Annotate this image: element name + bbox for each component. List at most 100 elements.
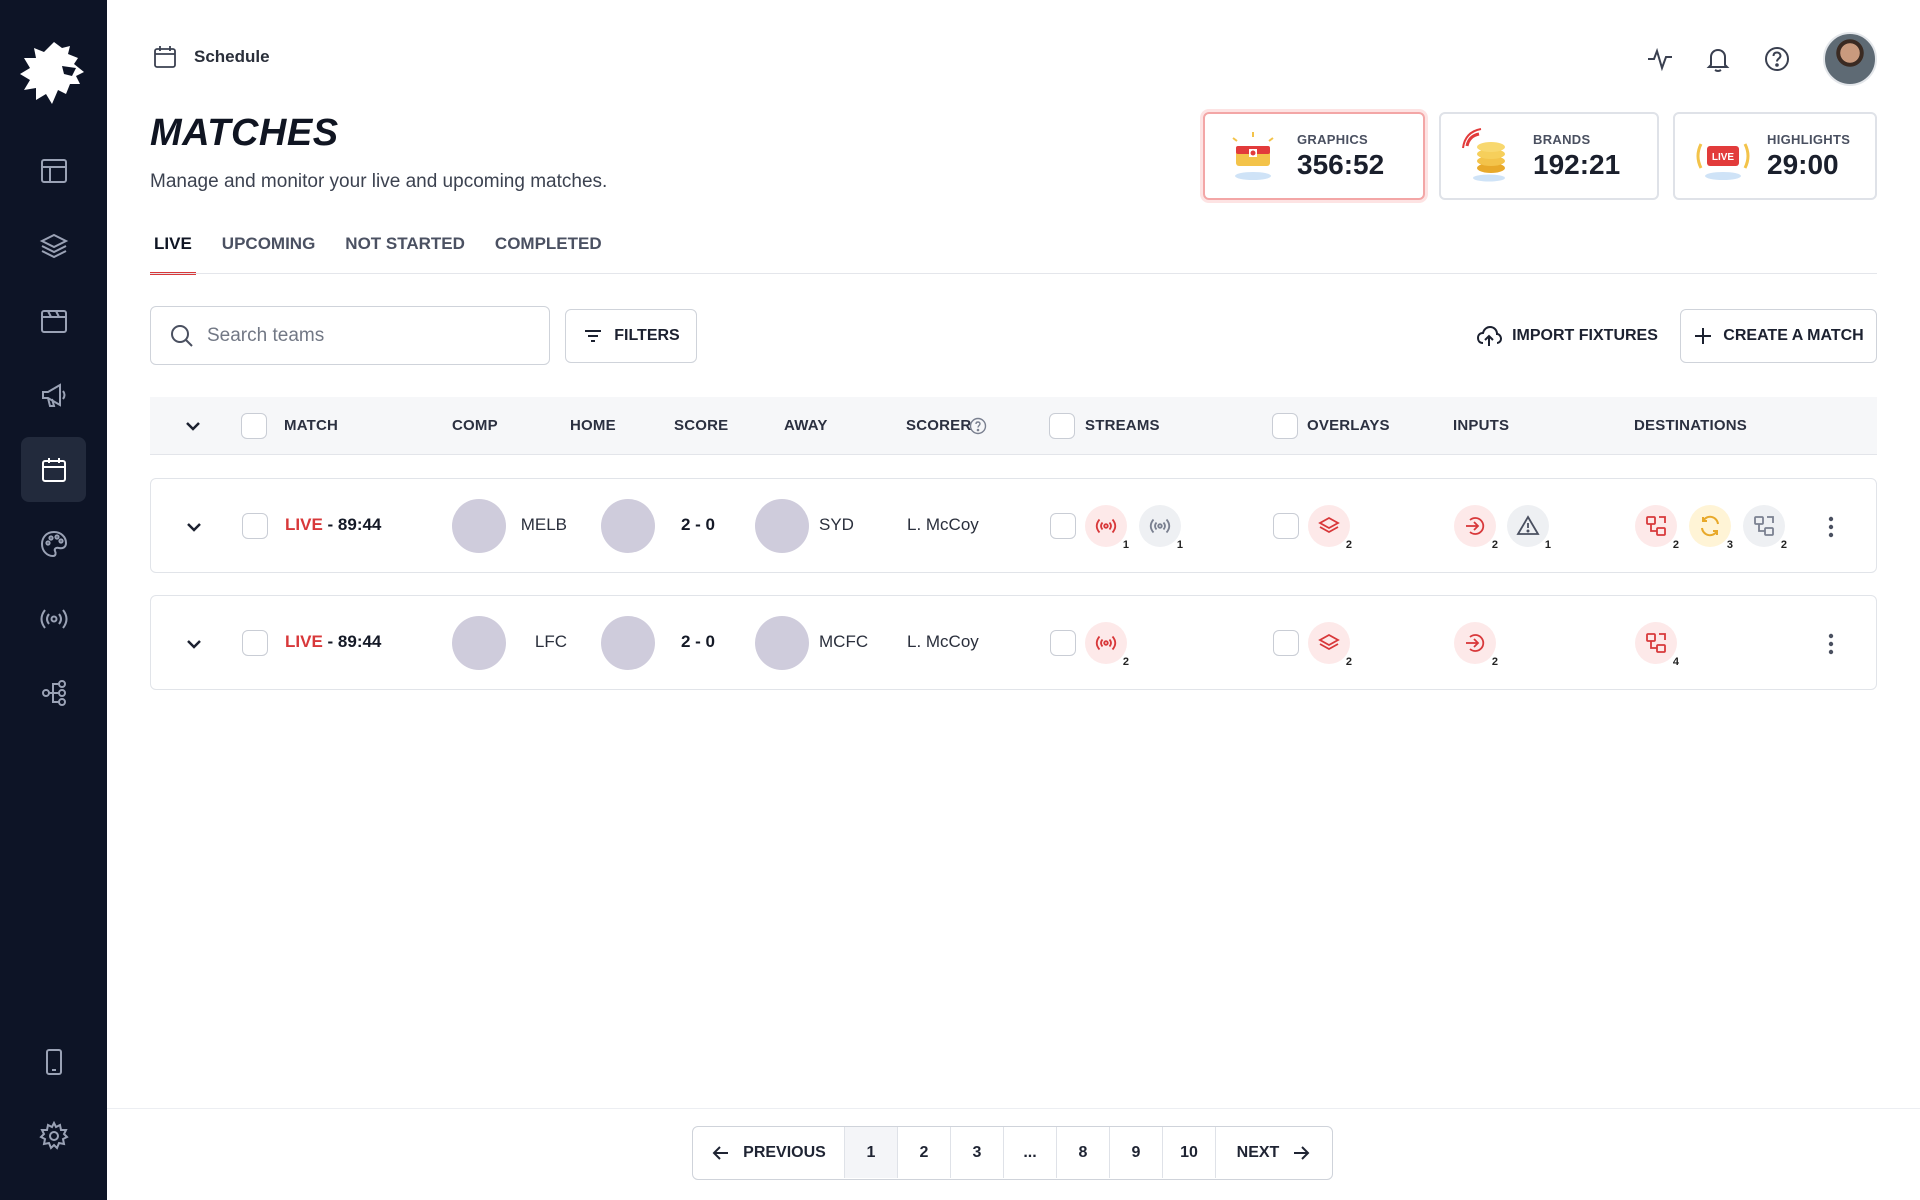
- tab-live[interactable]: LIVE: [150, 230, 196, 275]
- next-page-button[interactable]: NEXT: [1216, 1127, 1332, 1178]
- stat-card-highlights[interactable]: LIVE HIGHLIGHTS 29:00: [1673, 112, 1877, 200]
- page-button-1[interactable]: 1: [845, 1127, 898, 1178]
- palette-icon: [40, 530, 67, 557]
- overlays-checkbox[interactable]: [1273, 513, 1299, 539]
- stream-badge[interactable]: 1: [1139, 505, 1183, 551]
- page-button-9[interactable]: 9: [1110, 1127, 1163, 1178]
- svg-text:LIVE: LIVE: [1712, 152, 1735, 163]
- column-header-away[interactable]: AWAY: [784, 417, 828, 434]
- page-button-10[interactable]: 10: [1163, 1127, 1216, 1178]
- stream-count: 1: [1176, 539, 1183, 551]
- match-clock: - 89:44: [322, 515, 382, 534]
- column-header-comp[interactable]: COMP: [452, 417, 498, 434]
- stream-count: 2: [1122, 656, 1129, 668]
- stat-card-graphics[interactable]: GRAPHICS 356:52: [1203, 112, 1425, 200]
- layers-icon: [39, 233, 68, 258]
- row-checkbox[interactable]: [242, 513, 268, 539]
- overlays-checkbox[interactable]: [1273, 630, 1299, 656]
- page-button-8[interactable]: 8: [1057, 1127, 1110, 1178]
- stream-badge[interactable]: 1: [1085, 505, 1129, 551]
- destination-badge[interactable]: 2: [1635, 505, 1679, 551]
- brands-coins-icon: [1462, 128, 1505, 182]
- help-icon[interactable]: [1762, 44, 1792, 74]
- input-badge[interactable]: 2: [1454, 505, 1498, 551]
- table-row[interactable]: LIVE - 89:44 MELB 2 - 0 SYD L. McCoy 1 1…: [150, 478, 1877, 573]
- avatar[interactable]: [1823, 32, 1877, 86]
- column-header-inputs[interactable]: INPUTS: [1453, 417, 1509, 434]
- column-header-destinations[interactable]: DESTINATIONS: [1634, 417, 1747, 434]
- destination-sync-badge[interactable]: 3: [1689, 505, 1733, 551]
- row-checkbox[interactable]: [242, 630, 268, 656]
- previous-page-button[interactable]: PREVIOUS: [693, 1127, 845, 1178]
- home-team: MELB: [520, 515, 567, 534]
- megaphone-icon: [41, 382, 65, 407]
- help-icon[interactable]: [969, 417, 987, 435]
- stat-value: 29:00: [1767, 148, 1839, 180]
- tab-not-started[interactable]: NOT STARTED: [341, 230, 469, 275]
- page-button-3[interactable]: 3: [951, 1127, 1004, 1178]
- input-warning-badge[interactable]: 1: [1507, 505, 1551, 551]
- more-options-icon[interactable]: [1819, 513, 1843, 541]
- filter-icon: [585, 330, 602, 342]
- table-row[interactable]: LIVE - 89:44 LFC 2 - 0 MCFC L. McCoy 2 2…: [150, 595, 1877, 690]
- nav-themes[interactable]: [21, 511, 86, 576]
- search-box[interactable]: [150, 306, 550, 365]
- away-crest: [755, 499, 809, 553]
- nav-brands[interactable]: [21, 362, 86, 427]
- column-header-overlays[interactable]: OVERLAYS: [1307, 417, 1390, 434]
- scorer-name: L. McCoy: [907, 515, 979, 534]
- page-button-2[interactable]: 2: [898, 1127, 951, 1178]
- broadcast-icon: [1095, 518, 1117, 534]
- stream-badge[interactable]: 2: [1085, 622, 1129, 668]
- import-fixtures-button[interactable]: IMPORT FIXTURES: [1474, 309, 1660, 363]
- streams-checkbox[interactable]: [1050, 513, 1076, 539]
- streams-select-checkbox[interactable]: [1049, 413, 1075, 439]
- column-header-home[interactable]: HOME: [570, 417, 616, 434]
- column-header-scorer[interactable]: SCORER: [906, 417, 971, 434]
- broadcast-icon: [1095, 635, 1117, 651]
- create-match-button[interactable]: CREATE A MATCH: [1680, 309, 1877, 363]
- streams-checkbox[interactable]: [1050, 630, 1076, 656]
- column-header-match[interactable]: MATCH: [284, 417, 338, 434]
- layout-icon: [40, 158, 67, 183]
- match-status: LIVE - 89:44: [285, 632, 381, 652]
- overlay-badge[interactable]: 2: [1308, 505, 1352, 551]
- home-team: LFC: [534, 632, 567, 651]
- select-all-checkbox[interactable]: [241, 413, 267, 439]
- overlay-badge[interactable]: 2: [1308, 622, 1352, 668]
- stat-card-brands[interactable]: BRANDS 192:21: [1439, 112, 1659, 200]
- lion-logo[interactable]: [18, 38, 88, 110]
- chevron-down-icon[interactable]: [183, 416, 203, 436]
- cloud-upload-icon: [1477, 325, 1503, 346]
- more-options-icon[interactable]: [1819, 630, 1843, 658]
- input-badge[interactable]: 2: [1454, 622, 1498, 668]
- next-label: NEXT: [1236, 1143, 1280, 1161]
- column-header-score[interactable]: SCORE: [674, 417, 728, 434]
- chevron-down-icon[interactable]: [184, 634, 204, 654]
- tab-upcoming[interactable]: UPCOMING: [218, 230, 320, 275]
- table-header: MATCH COMP HOME SCORE AWAY SCORER STREAM…: [150, 397, 1877, 455]
- calendar-icon: [41, 457, 66, 482]
- nav-dashboard[interactable]: [21, 138, 86, 203]
- nav-media[interactable]: [21, 288, 86, 353]
- activity-icon[interactable]: [1645, 44, 1675, 74]
- chevron-down-icon[interactable]: [184, 517, 204, 537]
- column-header-streams[interactable]: STREAMS: [1085, 417, 1160, 434]
- destination-badge[interactable]: 2: [1743, 505, 1787, 551]
- stat-label: HIGHLIGHTS: [1767, 131, 1851, 147]
- filters-button[interactable]: FILTERS: [565, 309, 697, 363]
- nav-broadcast[interactable]: [21, 586, 86, 651]
- nav-settings[interactable]: [21, 1103, 86, 1168]
- pagination: PREVIOUS 1 2 3 ... 8 9 10 NEXT: [692, 1126, 1333, 1180]
- breadcrumb[interactable]: Schedule: [152, 44, 270, 70]
- destination-badge[interactable]: 4: [1635, 622, 1679, 668]
- create-match-label: CREATE A MATCH: [1723, 327, 1864, 344]
- bell-icon[interactable]: [1703, 44, 1733, 74]
- tab-completed[interactable]: COMPLETED: [491, 230, 606, 275]
- search-input[interactable]: [207, 324, 527, 347]
- nav-devices[interactable]: [21, 1029, 86, 1094]
- nav-layers[interactable]: [21, 213, 86, 278]
- nav-workflows[interactable]: [21, 660, 86, 725]
- overlays-select-checkbox[interactable]: [1272, 413, 1298, 439]
- nav-schedule[interactable]: [21, 437, 86, 502]
